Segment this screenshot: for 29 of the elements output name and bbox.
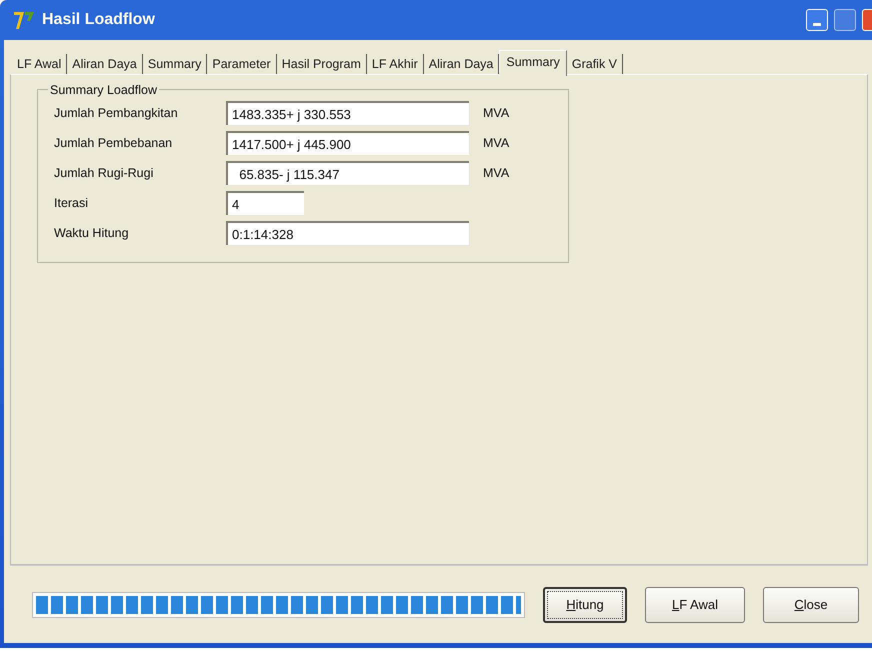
tab[interactable]: Summary: [499, 50, 567, 76]
input-field[interactable]: 1483.335+ j 330.553: [226, 101, 469, 125]
tab[interactable]: Hasil Program: [276, 54, 367, 74]
input-field[interactable]: 4: [226, 191, 304, 215]
unit-label: MVA: [483, 104, 510, 122]
input-field[interactable]: 65.835- j 115.347: [226, 161, 469, 185]
minimize-button[interactable]: [806, 9, 828, 31]
tab[interactable]: LF Awal: [12, 54, 68, 74]
tab[interactable]: Aliran Daya: [67, 54, 143, 74]
field-label: Waktu Hitung: [54, 224, 130, 242]
action-button[interactable]: Close: [763, 586, 859, 622]
action-button[interactable]: Hitung: [543, 586, 627, 622]
app-logo-icon: [12, 9, 36, 31]
tab[interactable]: Grafik V: [566, 54, 624, 74]
field-label: Jumlah Pembebanan: [54, 134, 174, 152]
action-button[interactable]: LF Awal: [645, 586, 745, 622]
field-label: Jumlah Rugi-Rugi: [54, 164, 154, 182]
tab[interactable]: LF Akhir: [366, 54, 424, 74]
field-label: Jumlah Pembangkitan: [54, 104, 179, 122]
unit-label: MVA: [483, 164, 510, 182]
close-button[interactable]: [862, 9, 872, 31]
maximize-button[interactable]: [834, 9, 856, 31]
tab[interactable]: Summary: [142, 54, 208, 74]
input-field[interactable]: 0:1:14:328: [226, 221, 469, 245]
unit-label: MVA: [483, 134, 510, 152]
field-label: Iterasi: [54, 194, 90, 212]
window-title: Hasil Loadflow: [42, 10, 155, 30]
tab[interactable]: Parameter: [207, 54, 277, 74]
input-field[interactable]: 1417.500+ j 445.900: [226, 131, 469, 155]
